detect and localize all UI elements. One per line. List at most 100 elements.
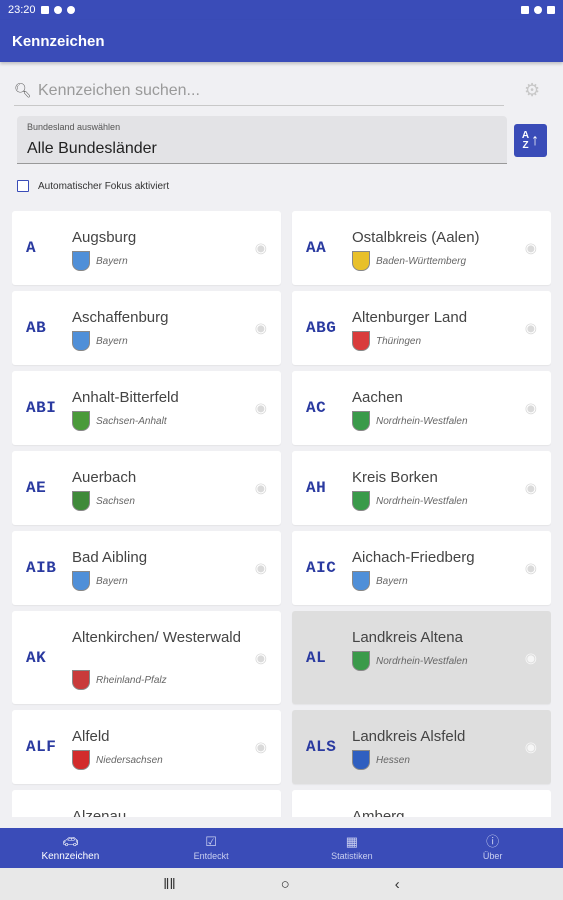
search-input[interactable] (38, 81, 498, 100)
plate-card[interactable]: AIC Aichach-Friedberg Bayern ◉ (292, 531, 551, 605)
shield-icon (66, 6, 75, 14)
eye-icon[interactable]: ◉ (255, 320, 267, 337)
plate-card[interactable]: Alzenau (12, 790, 281, 817)
state-select[interactable]: Bundesland auswählen Alle Bundesländer (17, 116, 507, 164)
checklist-icon: ☑ (205, 834, 217, 849)
plate-card[interactable]: AIB Bad Aibling Bayern ◉ (12, 531, 281, 605)
plate-state: Bayern (376, 575, 408, 587)
home-icon[interactable]: ○ (281, 876, 290, 893)
chart-icon: ▦ (345, 834, 359, 849)
eye-icon[interactable]: ◉ (525, 400, 537, 417)
plate-state: Nordrhein-Westfalen (376, 415, 468, 427)
plate-code: ABG (306, 319, 337, 337)
plate-card[interactable]: AA Ostalbkreis (Aalen) Baden-Württemberg… (292, 211, 551, 285)
plate-card[interactable]: ABI Anhalt-Bitterfeld Sachsen-Anhalt ◉ (12, 371, 281, 445)
eye-icon[interactable]: ◉ (525, 739, 537, 756)
plate-code: A (26, 239, 37, 257)
plate-code: AIC (306, 559, 337, 577)
plate-code: AB (26, 319, 47, 337)
car-icon: 🚗︎ (62, 833, 79, 849)
nav-label: Über (482, 851, 503, 861)
plate-state: Nordrhein-Westfalen (376, 495, 468, 507)
recent-apps-icon[interactable]: ‖‖ (163, 876, 175, 893)
plate-name: Augsburg (72, 229, 137, 246)
plate-card[interactable]: ALF Alfeld Niedersachsen ◉ (12, 710, 281, 784)
plate-name: Aachen (352, 389, 403, 406)
crest-icon (72, 331, 90, 351)
search-bar: 🔍︎ (14, 76, 504, 106)
plate-name: Landkreis Alsfeld (352, 728, 466, 745)
search-icon: 🔍︎ (14, 82, 32, 98)
nav-label: Statistiken (331, 851, 373, 861)
plate-state: Nordrhein-Westfalen (376, 655, 468, 667)
crest-icon (72, 251, 90, 271)
plate-card[interactable]: A Augsburg Bayern ◉ (12, 211, 281, 285)
wifi-icon (534, 6, 542, 14)
nav-statistiken[interactable]: ▦ Statistiken (282, 828, 423, 868)
crest-icon (352, 491, 370, 511)
plate-state: Niedersachsen (96, 754, 163, 766)
info-icon: ⓘ (486, 834, 500, 849)
plate-name: Landkreis Altena (352, 629, 463, 646)
plate-state: Bayern (96, 575, 128, 587)
plate-card-discovered[interactable]: ALS Landkreis Alsfeld Hessen ◉ (292, 710, 551, 784)
plate-state: Bayern (96, 335, 128, 347)
state-select-label: Bundesland auswählen (27, 122, 121, 132)
sort-a-label: A (521, 129, 530, 141)
eye-icon[interactable]: ◉ (525, 320, 537, 337)
system-navigation: ‖‖ ○ ‹ (0, 868, 563, 900)
plate-name: Amberg (352, 808, 405, 817)
plate-name: Bad Aibling (72, 549, 148, 566)
crest-icon (352, 331, 370, 351)
plate-name: Anhalt-Bitterfeld (72, 389, 179, 406)
eye-icon[interactable]: ◉ (525, 560, 537, 577)
back-icon[interactable]: ‹ (395, 876, 400, 893)
crest-icon (72, 411, 90, 431)
plate-state: Baden-Württemberg (376, 255, 467, 267)
eye-icon[interactable]: ◉ (255, 739, 267, 756)
plate-state: Rheinland-Pfalz (96, 674, 167, 686)
plate-card[interactable]: AH Kreis Borken Nordrhein-Westfalen ◉ (292, 451, 551, 525)
plate-code: AL (306, 648, 327, 667)
plate-grid: A Augsburg Bayern ◉ AA Ostalbkreis (Aale… (12, 211, 551, 817)
eye-icon[interactable]: ◉ (255, 400, 267, 417)
plate-name: Altenburger Land (352, 309, 468, 326)
auto-focus-checkbox[interactable] (17, 180, 29, 192)
nav-entdeckt[interactable]: ☑ Entdeckt (141, 828, 282, 868)
bluetooth-icon (521, 6, 529, 14)
nav-ueber[interactable]: ⓘ Über (422, 828, 563, 868)
eye-icon[interactable]: ◉ (525, 480, 537, 497)
eye-icon[interactable]: ◉ (525, 649, 537, 666)
plate-card[interactable]: ABG Altenburger Land Thüringen ◉ (292, 291, 551, 365)
app-title: Kennzeichen (12, 32, 105, 50)
plate-name: Alfeld (72, 728, 110, 745)
battery-icon (547, 6, 555, 14)
plate-code: ABI (26, 399, 57, 417)
plate-name: Alzenau (72, 808, 127, 817)
nav-kennzeichen[interactable]: 🚗︎ Kennzeichen (0, 828, 141, 868)
plate-state: Sachsen (96, 495, 135, 507)
plate-card[interactable]: AC Aachen Nordrhein-Westfalen ◉ (292, 371, 551, 445)
nav-label: Entdeckt (193, 851, 229, 861)
plate-name: Kreis Borken (352, 469, 438, 486)
eye-icon[interactable]: ◉ (255, 480, 267, 497)
nav-label: Kennzeichen (41, 850, 100, 862)
plate-name: Ostalbkreis (Aalen) (352, 229, 480, 246)
eye-icon[interactable]: ◉ (255, 560, 267, 577)
plate-code: AK (26, 648, 47, 667)
eye-icon[interactable]: ◉ (255, 649, 267, 666)
sort-button[interactable]: A Z ↑ (514, 124, 547, 157)
plate-card[interactable]: AE Auerbach Sachsen ◉ (12, 451, 281, 525)
eye-icon[interactable]: ◉ (255, 240, 267, 257)
eye-icon[interactable]: ◉ (525, 240, 537, 257)
gear-icon[interactable]: ⚙ (524, 80, 540, 101)
plate-code: AC (306, 399, 327, 417)
plate-card-discovered[interactable]: AL Landkreis Altena Nordrhein-Westfalen … (292, 611, 551, 704)
plate-code: AE (26, 479, 47, 497)
plate-card[interactable]: AB Aschaffenburg Bayern ◉ (12, 291, 281, 365)
state-select-value: Alle Bundesländer (27, 140, 157, 157)
plate-card[interactable]: Amberg (292, 790, 551, 817)
plate-card[interactable]: AK Altenkirchen/ Westerwald Rheinland-Pf… (12, 611, 281, 704)
status-bar: 23:20 (0, 0, 563, 20)
gallery-icon (40, 6, 49, 14)
